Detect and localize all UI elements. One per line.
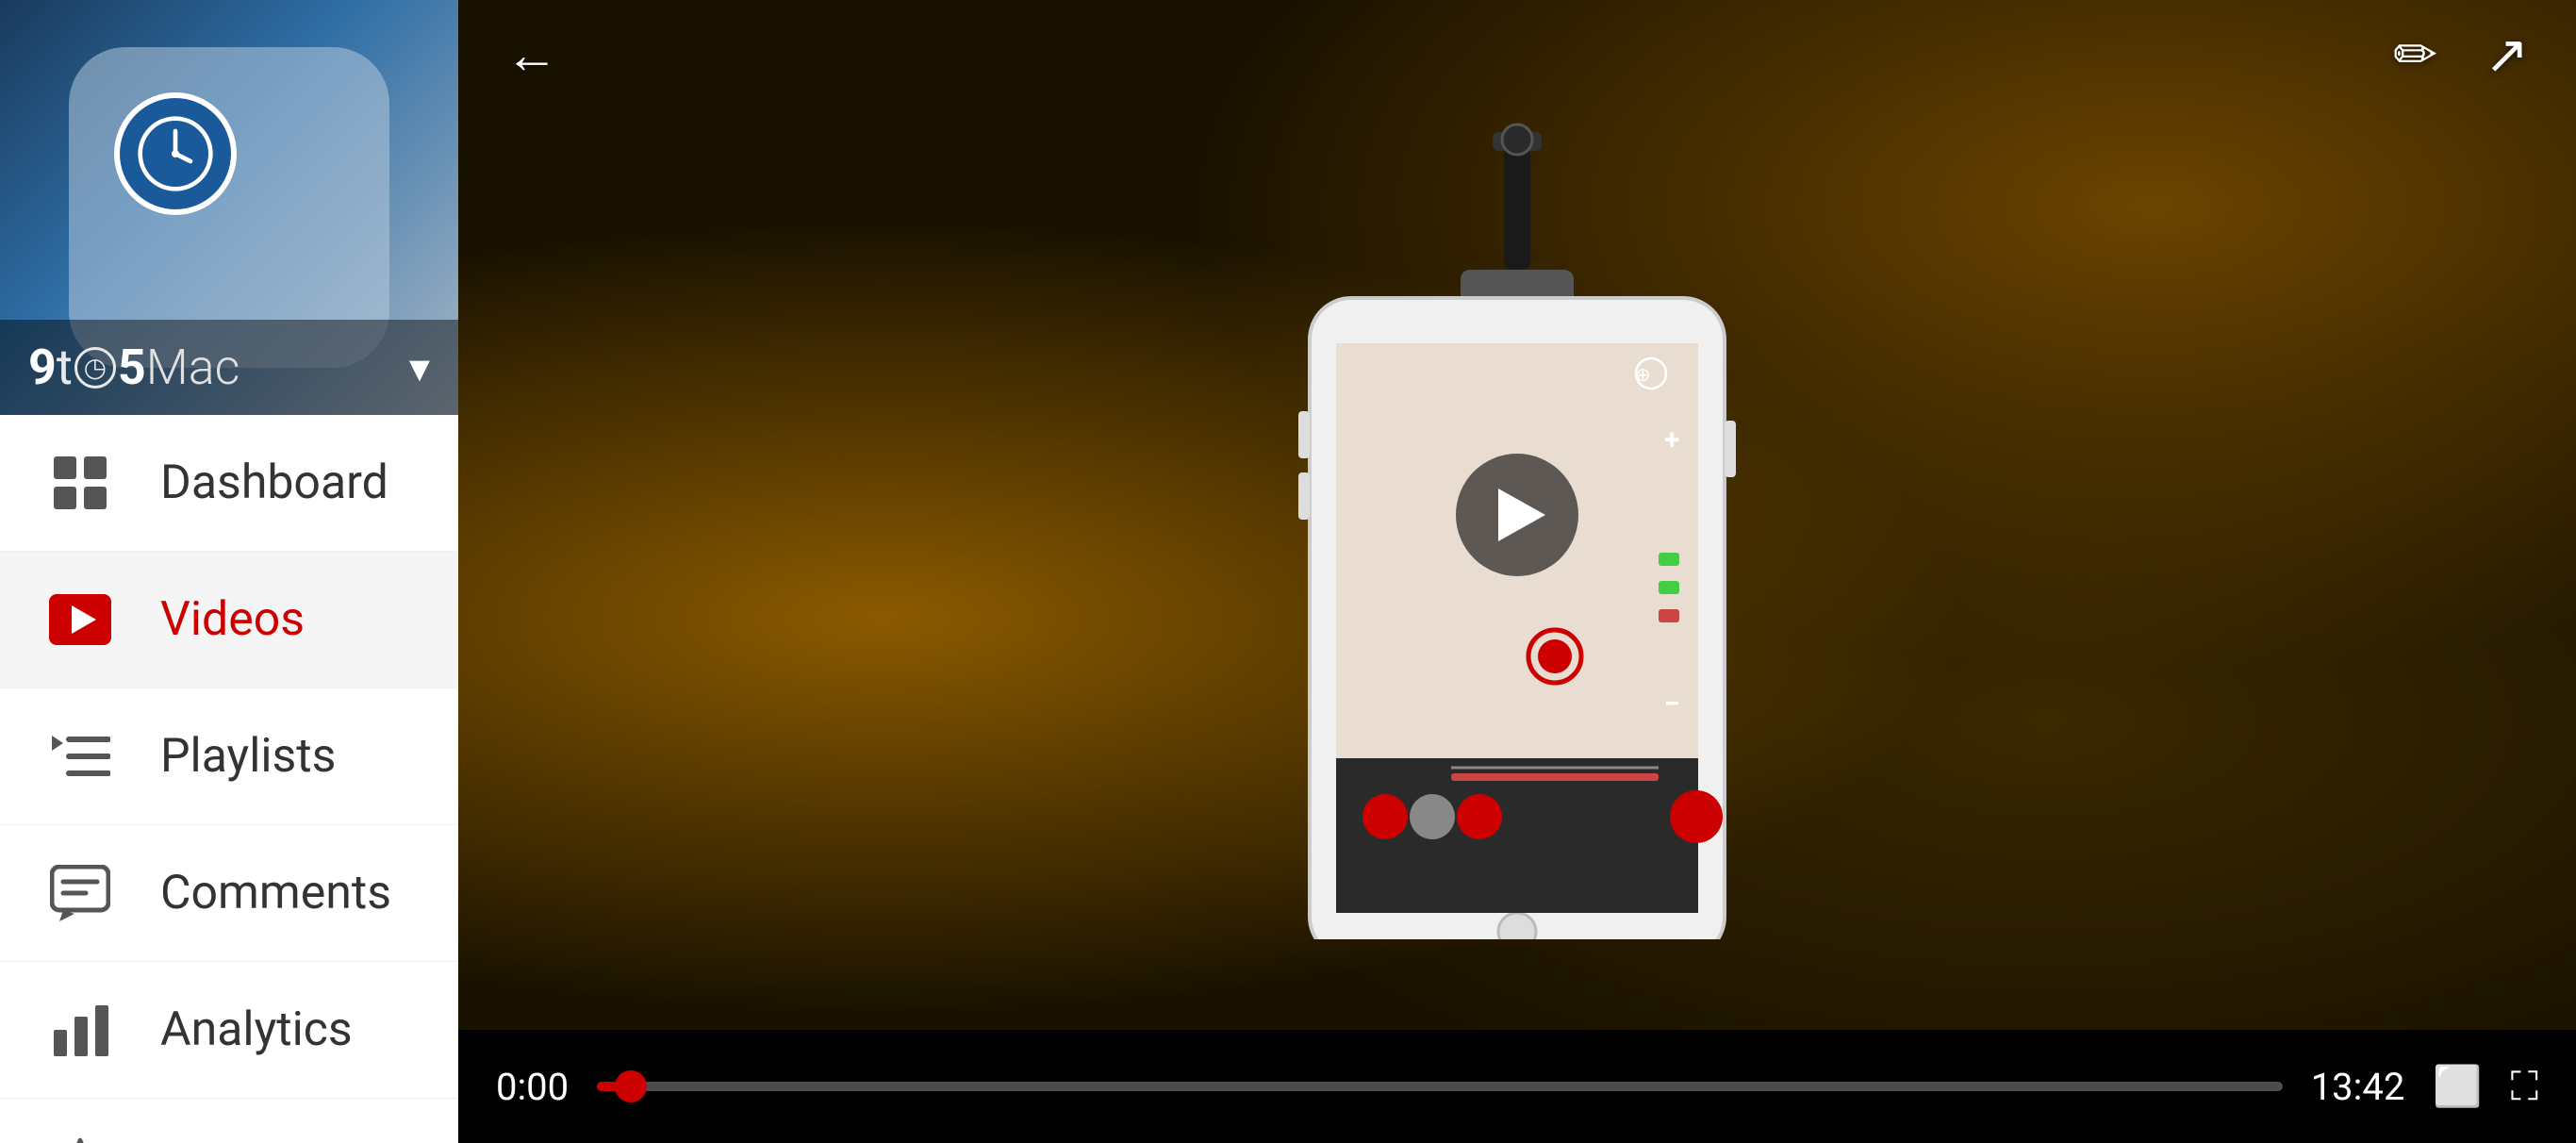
current-time-label: 0:00 xyxy=(496,1065,569,1109)
video-top-right-controls: ✏ ↗ xyxy=(2393,28,2529,81)
cast-icon[interactable]: ⬜ xyxy=(2433,1064,2482,1110)
channel-name-bar: 9 t◷ 5 Mac ▾ xyxy=(0,320,458,415)
share-button[interactable]: ↗ xyxy=(2485,28,2529,81)
channel-name-5: 5 xyxy=(118,339,146,396)
video-icon xyxy=(47,587,113,653)
clock-icon xyxy=(114,92,237,215)
video-controls: 0:00 13:42 ⬜ ⛶ xyxy=(458,1030,2576,1143)
fullscreen-icon[interactable]: ⛶ xyxy=(2511,1064,2538,1110)
sidebar-item-videos-label: Videos xyxy=(160,592,305,647)
svg-text:−: − xyxy=(1664,687,1680,721)
sidebar-item-playlists-label: Playlists xyxy=(160,729,336,784)
bar-chart-icon xyxy=(47,997,113,1063)
play-button[interactable] xyxy=(1456,454,1578,576)
progress-dot xyxy=(615,1070,647,1102)
gear-icon xyxy=(47,1134,113,1143)
sidebar-item-settings-label: Settings xyxy=(160,1139,333,1143)
nav-list: Dashboard Videos Playlists xyxy=(0,415,458,1143)
chat-icon xyxy=(47,860,113,926)
channel-name-to: t◷ xyxy=(57,339,118,396)
channel-name-9: 9 xyxy=(28,339,57,396)
sidebar: 9 t◷ 5 Mac ▾ Dashboard xyxy=(0,0,458,1143)
channel-dropdown-arrow[interactable]: ▾ xyxy=(409,343,430,392)
sidebar-item-videos[interactable]: Videos xyxy=(0,552,458,688)
channel-name-mac: Mac xyxy=(146,339,240,396)
back-button[interactable]: ← xyxy=(505,28,558,81)
edit-button[interactable]: ✏ xyxy=(2393,28,2437,81)
sidebar-item-analytics[interactable]: Analytics xyxy=(0,962,458,1099)
svg-text:+: + xyxy=(1664,423,1679,456)
sidebar-item-dashboard-label: Dashboard xyxy=(160,456,388,510)
channel-name: 9 t◷ 5 Mac xyxy=(28,339,239,396)
sidebar-item-comments-label: Comments xyxy=(160,866,391,920)
video-top-bar: ← ✏ ↗ xyxy=(458,0,2576,109)
svg-text:⊕: ⊕ xyxy=(1635,363,1651,386)
sidebar-item-comments[interactable]: Comments xyxy=(0,825,458,962)
grid-icon xyxy=(47,450,113,516)
sidebar-item-dashboard[interactable]: Dashboard xyxy=(0,415,458,552)
video-area: + − ⊕ ← ✏ ↗ xyxy=(458,0,2576,1030)
sidebar-item-analytics-label: Analytics xyxy=(160,1002,353,1057)
video-panel: + − ⊕ ← ✏ ↗ 0:00 xyxy=(458,0,2576,1143)
total-time-label: 13:42 xyxy=(2311,1065,2405,1109)
sidebar-item-settings[interactable]: Settings xyxy=(0,1099,458,1143)
progress-bar[interactable] xyxy=(597,1082,2283,1091)
sidebar-item-playlists[interactable]: Playlists xyxy=(0,688,458,825)
channel-header: 9 t◷ 5 Mac ▾ xyxy=(0,0,458,415)
list-icon xyxy=(47,723,113,789)
